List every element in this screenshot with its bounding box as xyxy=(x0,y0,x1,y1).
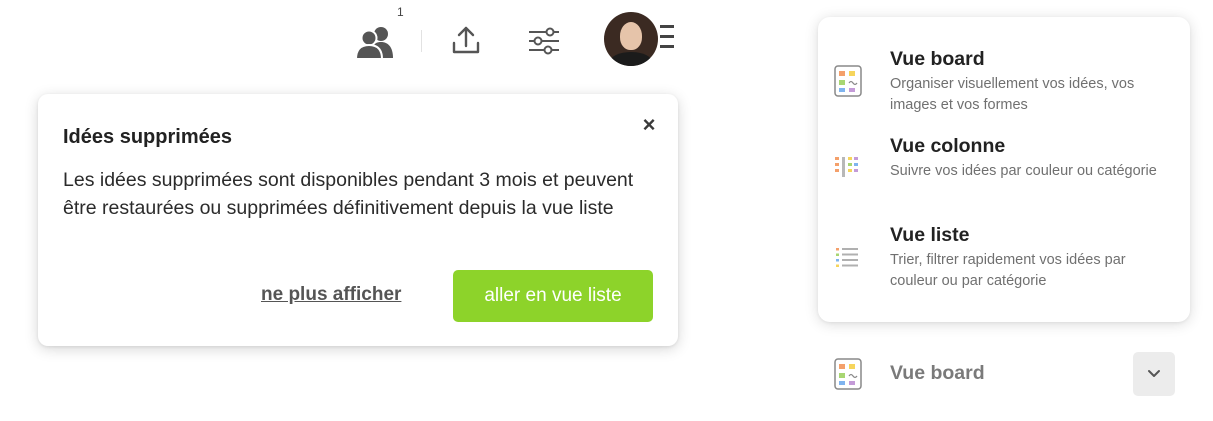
collaborators-button[interactable] xyxy=(355,22,395,62)
popup-message: Les idées supprimées sont disponibles pe… xyxy=(63,169,634,219)
collaborators-count-badge: 1 xyxy=(397,5,404,19)
settings-sliders-button[interactable] xyxy=(525,22,563,60)
menu-option-board-view[interactable]: Vue board Organiser visuellement vos idé… xyxy=(818,45,1190,125)
chevron-down-icon xyxy=(1148,370,1160,377)
popup-title: Idées supprimées xyxy=(63,126,232,148)
upload-button[interactable] xyxy=(448,22,484,58)
board-view-icon xyxy=(834,358,862,390)
option-description: Trier, filtrer rapidement vos idées par … xyxy=(890,252,1126,289)
menu-lines-icon xyxy=(660,25,676,53)
option-title: Vue board xyxy=(890,48,985,70)
current-view-selector[interactable]: Vue board xyxy=(818,350,1190,398)
toolbar-divider xyxy=(421,30,422,52)
view-selector-menu: Vue board Organiser visuellement vos idé… xyxy=(818,17,1190,322)
option-description: Suivre vos idées par couleur ou catégori… xyxy=(890,163,1157,179)
deleted-ideas-popup: Idées supprimées × Les idées supprimées … xyxy=(38,94,678,346)
upload-icon xyxy=(452,26,480,54)
close-icon[interactable]: × xyxy=(638,114,660,136)
view-dropdown-toggle[interactable] xyxy=(1133,352,1175,396)
go-to-list-view-button[interactable]: aller en vue liste xyxy=(453,270,653,322)
option-title: Vue colonne xyxy=(890,135,1006,157)
users-icon xyxy=(355,27,393,60)
avatar xyxy=(604,12,658,66)
option-description: Organiser visuellement vos idées, vos im… xyxy=(890,76,1135,113)
menu-option-column-view[interactable]: Vue colonne Suivre vos idées par couleur… xyxy=(818,133,1190,213)
current-view-label: Vue board xyxy=(890,362,985,384)
menu-option-list-view[interactable]: Vue liste Trier, filtrer rapidement vos … xyxy=(818,221,1190,301)
user-menu-button[interactable] xyxy=(604,12,678,68)
option-title: Vue liste xyxy=(890,224,970,246)
list-view-icon xyxy=(836,248,858,267)
column-view-icon xyxy=(835,157,858,177)
dont-show-again-link[interactable]: ne plus afficher xyxy=(261,284,401,306)
board-view-icon xyxy=(834,65,862,97)
sliders-icon xyxy=(529,27,559,55)
